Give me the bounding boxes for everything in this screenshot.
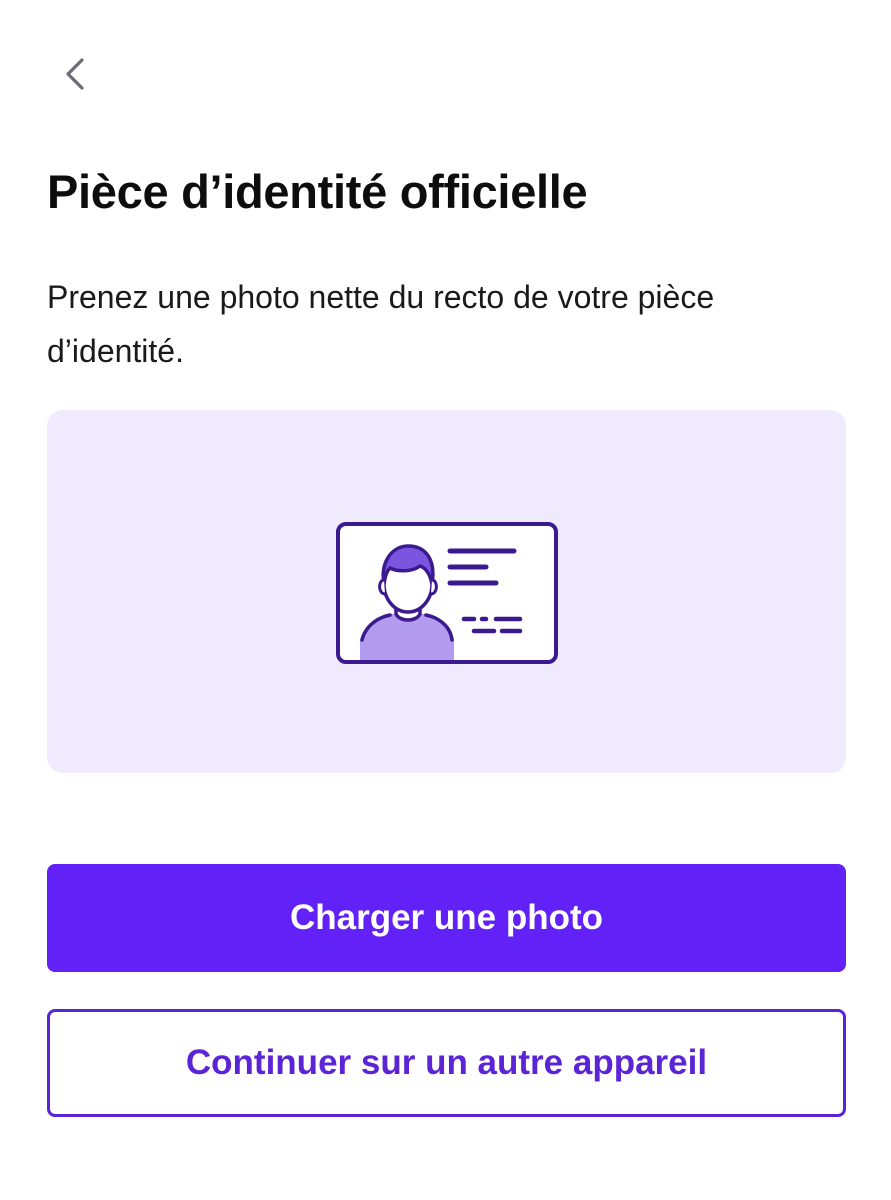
chevron-left-icon — [66, 58, 84, 90]
continue-other-device-button[interactable]: Continuer sur un autre appareil — [47, 1009, 846, 1117]
page-title: Pièce d’identité officielle — [47, 165, 588, 218]
id-card-icon — [336, 522, 558, 664]
back-button[interactable] — [52, 50, 100, 98]
page-subtitle: Prenez une photo nette du recto de votre… — [47, 279, 715, 369]
illustration-panel — [47, 410, 846, 773]
upload-photo-button[interactable]: Charger une photo — [47, 864, 846, 972]
